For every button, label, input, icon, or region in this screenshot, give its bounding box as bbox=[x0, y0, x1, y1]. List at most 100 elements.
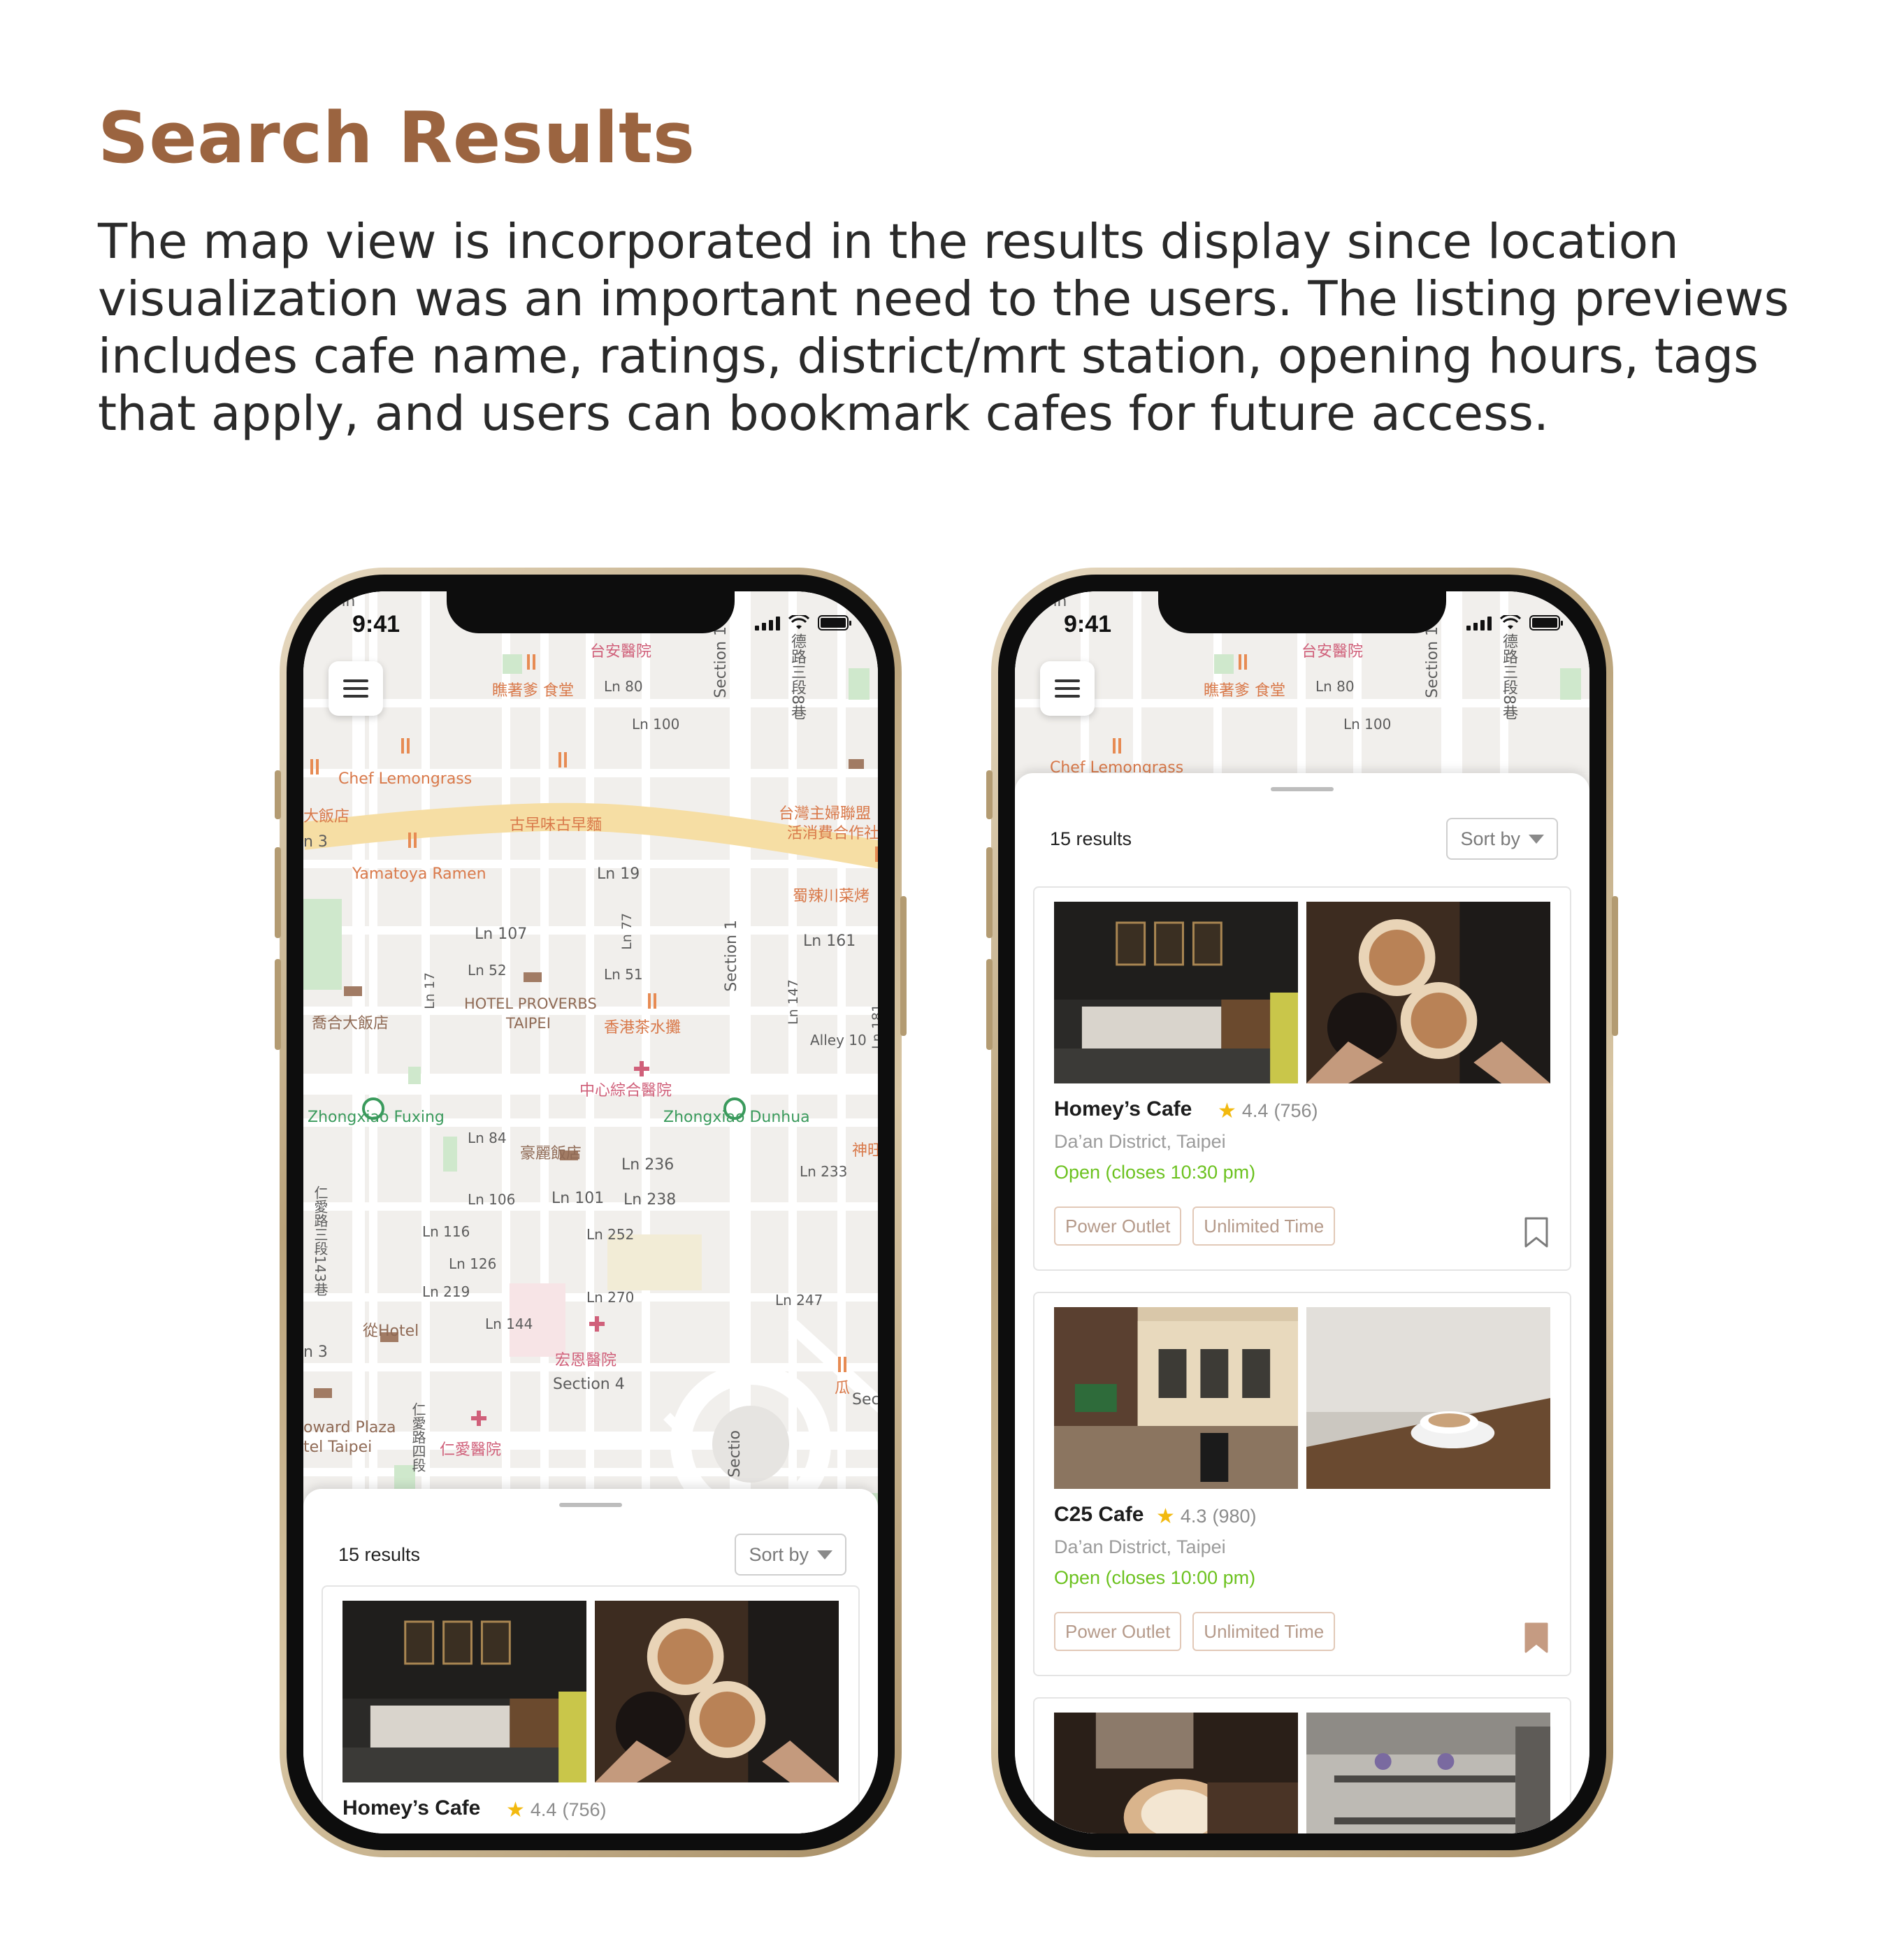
map-view[interactable]: Inn 台安醫院 瞧著爹 食堂 Ln 80 Ln 100 Section 1 德… bbox=[303, 591, 878, 1570]
map-label-ln144: Ln 144 bbox=[485, 1316, 533, 1332]
cafe-card[interactable]: C25 Cafe ★ 4.3 (980) Da’an District, Tai… bbox=[1033, 1292, 1571, 1676]
map-label-taipei: TAIPEI bbox=[506, 1015, 551, 1032]
status-time: 9:41 bbox=[1064, 611, 1112, 637]
map-label-ln219: Ln 219 bbox=[422, 1283, 470, 1300]
map-label-ln116: Ln 116 bbox=[422, 1223, 470, 1240]
status-icons bbox=[755, 615, 851, 630]
street-cafe-photo[interactable] bbox=[1054, 1307, 1298, 1489]
map-label-hk-tea: 香港茶水攤 bbox=[604, 1019, 681, 1037]
status-icons bbox=[1466, 615, 1563, 630]
map-label-ln233: Ln 233 bbox=[800, 1163, 848, 1180]
map-label-ln77: Ln 77 bbox=[619, 913, 635, 950]
map-label-alley10: Alley 10 bbox=[810, 1032, 867, 1049]
rating-value: 4.4 bbox=[1241, 1100, 1269, 1121]
silent-switch bbox=[275, 770, 281, 819]
signal-icon bbox=[755, 617, 780, 630]
cafe-bar-photo[interactable] bbox=[1306, 1713, 1550, 1833]
map-label-zhongxin: 中心綜合醫院 bbox=[579, 1082, 672, 1100]
map-label-ln19: Ln 19 bbox=[597, 865, 640, 883]
notch bbox=[447, 591, 735, 633]
page-description: The map view is incorporated in the resu… bbox=[98, 214, 1789, 442]
results-count: 15 results bbox=[338, 1543, 421, 1565]
rating-value: 4.3 bbox=[1180, 1506, 1207, 1527]
tag-unlimited-time[interactable]: Unlimited Time bbox=[1192, 1206, 1336, 1246]
hamburger-menu-icon bbox=[1055, 679, 1080, 682]
map-label-ln252: Ln 252 bbox=[586, 1226, 635, 1243]
screen-list: 9:41 Inn 台安醫院 瞧著爹 食堂 Ln 80 Ln 100 Sectio… bbox=[1015, 591, 1589, 1833]
map-label-ln238: Ln 238 bbox=[623, 1191, 677, 1209]
battery-icon bbox=[1529, 615, 1563, 630]
sheet-handle[interactable] bbox=[1271, 787, 1334, 791]
map-label-howard: oward Plaza bbox=[303, 1419, 396, 1436]
volume-down-button bbox=[986, 959, 993, 1050]
sheet-handle[interactable] bbox=[559, 1503, 622, 1507]
map-label-big-hotel: 大飯店 bbox=[303, 808, 350, 826]
map-label-section-right: Section bbox=[852, 1391, 878, 1408]
map-label-guzaowei: 古早味古早麵 bbox=[510, 816, 603, 834]
bookmark-filled-icon[interactable] bbox=[1524, 1622, 1549, 1654]
cafe-name[interactable]: C25 Cafe bbox=[1054, 1503, 1144, 1527]
cafe-district: Da’an District, Taipei bbox=[1054, 1536, 1226, 1557]
map-label-taian-hospital: 台安醫院 bbox=[590, 643, 652, 661]
latte-art-photo[interactable] bbox=[595, 1601, 839, 1782]
review-count: (980) bbox=[1212, 1506, 1257, 1527]
tag-power-outlet[interactable]: Power Outlet bbox=[1054, 1206, 1182, 1246]
wifi-icon bbox=[788, 615, 809, 629]
latte-art-photo[interactable] bbox=[1306, 902, 1550, 1083]
results-sheet[interactable]: 15 results Sort by Homey’s Cafe ★ 4.4 (7… bbox=[1015, 773, 1589, 1833]
map-label-ln270: Ln 270 bbox=[586, 1289, 635, 1306]
review-count: (756) bbox=[562, 1799, 607, 1820]
cafe-rating: ★ 4.4 (756) bbox=[506, 1798, 606, 1822]
map-label-ln101: Ln 101 bbox=[551, 1190, 605, 1207]
cafe-tags: Power Outlet Unlimited Time bbox=[1054, 1612, 1336, 1651]
map-label-ln181: Ln 181 bbox=[870, 1004, 878, 1049]
map-label-delu-lane: 德路三段8巷 bbox=[1500, 633, 1517, 720]
tag-unlimited-time[interactable]: Unlimited Time bbox=[1192, 1612, 1336, 1651]
map-label-section-bottom: Sectio bbox=[726, 1430, 744, 1478]
results-sheet[interactable]: 15 results Sort by Homey’s Cafe ★ 4.4 (7… bbox=[303, 1489, 878, 1833]
map-label-renai-hospital: 仁愛醫院 bbox=[440, 1441, 502, 1459]
results-count: 15 results bbox=[1050, 828, 1132, 849]
rating-value: 4.4 bbox=[530, 1799, 557, 1820]
cafe-interior-photo[interactable] bbox=[1054, 902, 1298, 1083]
latte-pour-photo[interactable] bbox=[1054, 1713, 1298, 1833]
cafe-card[interactable]: Homey’s Cafe ★ 4.4 (756) bbox=[322, 1585, 860, 1833]
volume-up-button bbox=[986, 847, 993, 938]
map-label-section1: Section 1 bbox=[712, 626, 730, 698]
bookmark-icon[interactable] bbox=[1524, 1216, 1549, 1248]
notch bbox=[1158, 591, 1446, 633]
map-label-yamatoya: Yamatoya Ramen bbox=[352, 865, 486, 883]
cafe-rating: ★ 4.3 (980) bbox=[1156, 1504, 1256, 1529]
map-label-ln236: Ln 236 bbox=[621, 1156, 675, 1174]
star-icon: ★ bbox=[506, 1799, 525, 1822]
map-label-inn: Inn bbox=[331, 593, 356, 610]
power-button bbox=[900, 896, 907, 1036]
volume-down-button bbox=[275, 959, 281, 1050]
battery-icon bbox=[818, 615, 851, 630]
map-label-haoli: 豪麗飯店 bbox=[520, 1145, 582, 1162]
cafe-name[interactable]: Homey’s Cafe bbox=[1054, 1097, 1192, 1121]
sort-button[interactable]: Sort by bbox=[735, 1534, 846, 1576]
map-label-inn: Inn bbox=[1043, 593, 1067, 610]
cafe-tags: Power Outlet Unlimited Time bbox=[1054, 1206, 1336, 1246]
map-label-gua: 瓜 bbox=[835, 1380, 851, 1397]
map-label-ln100: Ln 100 bbox=[1343, 716, 1392, 733]
menu-button[interactable] bbox=[329, 661, 383, 716]
map-label-zhongxiao-fuxing: Zhongxiao Fuxing bbox=[308, 1109, 445, 1126]
cafe-photos bbox=[1054, 1713, 1550, 1833]
cafe-interior-photo[interactable] bbox=[342, 1601, 586, 1782]
map-label-ln52: Ln 52 bbox=[468, 962, 507, 979]
coffee-cup-photo[interactable] bbox=[1306, 1307, 1550, 1489]
map-label-ln247: Ln 247 bbox=[775, 1292, 823, 1309]
cafe-name[interactable]: Homey’s Cafe bbox=[342, 1796, 480, 1820]
caret-down-icon bbox=[1529, 834, 1544, 844]
power-button bbox=[1612, 896, 1618, 1036]
cafe-card[interactable]: Homey’s Cafe ★ 4.4 (756) Da’an District,… bbox=[1033, 886, 1571, 1271]
map-label-hotel-proverbs: HOTEL PROVERBS bbox=[464, 995, 597, 1012]
menu-button[interactable] bbox=[1040, 661, 1095, 716]
tag-power-outlet[interactable]: Power Outlet bbox=[1054, 1612, 1182, 1651]
sort-button[interactable]: Sort by bbox=[1446, 818, 1558, 860]
cafe-card[interactable] bbox=[1033, 1697, 1571, 1833]
map-label-howard2: tel Taipei bbox=[303, 1439, 373, 1456]
map-label-zhongxiao-dunhua: Zhongxiao Dunhua bbox=[663, 1109, 810, 1126]
